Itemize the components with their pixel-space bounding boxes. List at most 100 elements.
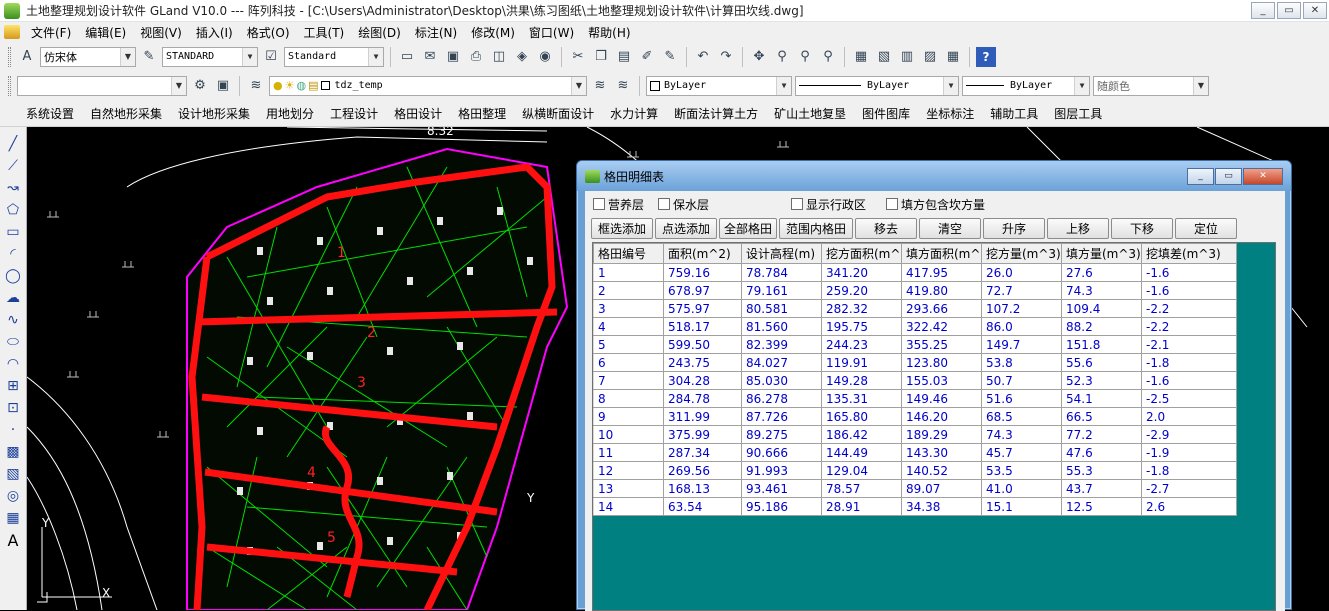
gradient-icon[interactable]: ▧ bbox=[3, 463, 23, 485]
table-cell[interactable]: -1.8 bbox=[1141, 461, 1237, 480]
zoom-realtime-icon[interactable]: ⚲ bbox=[772, 47, 792, 67]
table-cell[interactable]: -1.8 bbox=[1141, 353, 1237, 372]
column-header[interactable]: 挖填差(m^3) bbox=[1141, 243, 1237, 264]
plugin-menu-hydraulics[interactable]: 水力计算 bbox=[602, 105, 666, 122]
table-cell[interactable]: 5 bbox=[593, 335, 664, 354]
table-cell[interactable]: 85.030 bbox=[741, 371, 822, 390]
make-block-icon[interactable]: ⊡ bbox=[3, 397, 23, 419]
table-cell[interactable]: 91.993 bbox=[741, 461, 822, 480]
multiline-text-icon[interactable]: A bbox=[3, 529, 23, 551]
table-cell[interactable]: 82.399 bbox=[741, 335, 822, 354]
all-fields-button[interactable]: 全部格田 bbox=[719, 218, 777, 239]
show-admin-region-checkbox[interactable]: 显示行政区 bbox=[791, 196, 866, 213]
table-cell[interactable]: 119.91 bbox=[821, 353, 902, 372]
table-cell[interactable]: -2.9 bbox=[1141, 425, 1237, 444]
linetype-select[interactable]: ByLayer ▼ bbox=[795, 75, 959, 96]
table-cell[interactable]: -2.2 bbox=[1141, 317, 1237, 336]
table-cell[interactable]: 78.784 bbox=[741, 263, 822, 282]
table-cell[interactable]: 72.7 bbox=[981, 281, 1062, 300]
menu-draw[interactable]: 绘图(D) bbox=[351, 24, 408, 41]
table-cell[interactable]: 149.46 bbox=[901, 389, 982, 408]
cut-icon[interactable]: ✂ bbox=[568, 47, 588, 67]
column-header[interactable]: 填方面积(m^ bbox=[901, 243, 982, 264]
plugin-menu-section-design[interactable]: 纵横断面设计 bbox=[514, 105, 602, 122]
column-header[interactable]: 挖方面积(m^ bbox=[821, 243, 902, 264]
table-cell[interactable]: 27.6 bbox=[1061, 263, 1142, 282]
table-cell[interactable]: 4 bbox=[593, 317, 664, 336]
document-icon[interactable] bbox=[4, 25, 20, 39]
plugin-menu-mine-reclamation[interactable]: 矿山土地复垦 bbox=[766, 105, 854, 122]
table-cell[interactable]: 78.57 bbox=[821, 479, 902, 498]
table-cell[interactable]: -1.6 bbox=[1141, 371, 1237, 390]
block-editor-icon[interactable]: ✎ bbox=[660, 47, 680, 67]
redo-icon[interactable]: ↷ bbox=[716, 47, 736, 67]
menu-help[interactable]: 帮助(H) bbox=[581, 24, 637, 41]
plugin-menu-field-leveling[interactable]: 格田整理 bbox=[450, 105, 514, 122]
table-cell[interactable]: 135.31 bbox=[821, 389, 902, 408]
circle-icon[interactable]: ◯ bbox=[3, 265, 23, 287]
spline-icon[interactable]: ∿ bbox=[3, 309, 23, 331]
field-detail-grid[interactable]: 格田编号 面积(m^2) 设计高程(m) 挖方面积(m^ 填方面积(m^ 挖方量… bbox=[592, 242, 1276, 611]
menu-modify[interactable]: 修改(M) bbox=[464, 24, 522, 41]
table-cell[interactable]: 8 bbox=[593, 389, 664, 408]
table-cell[interactable]: 143.30 bbox=[901, 443, 982, 462]
table-cell[interactable]: 2.0 bbox=[1141, 407, 1237, 426]
table-cell[interactable]: 151.8 bbox=[1061, 335, 1142, 354]
checkbox-box[interactable] bbox=[658, 198, 671, 210]
table-cell[interactable]: 55.6 bbox=[1061, 353, 1142, 372]
table-cell[interactable]: 53.8 bbox=[981, 353, 1062, 372]
table-cell[interactable]: 129.04 bbox=[821, 461, 902, 480]
ellipse-icon[interactable]: ⬭ bbox=[3, 331, 23, 353]
table-cell[interactable]: -1.6 bbox=[1141, 281, 1237, 300]
sheet-set-icon[interactable]: ▨ bbox=[920, 47, 940, 67]
table-cell[interactable]: -2.7 bbox=[1141, 479, 1237, 498]
table-cell[interactable]: 269.56 bbox=[663, 461, 742, 480]
remove-button[interactable]: 移去 bbox=[855, 218, 917, 239]
table-cell[interactable]: 41.0 bbox=[981, 479, 1062, 498]
nutrient-layer-checkbox[interactable]: 营养层 bbox=[593, 196, 644, 213]
table-cell[interactable]: 93.461 bbox=[741, 479, 822, 498]
checkbox-box[interactable] bbox=[791, 198, 804, 210]
table-cell[interactable]: 9 bbox=[593, 407, 664, 426]
table-row[interactable]: 5 599.50 82.399 244.23 355.25 149.7 151.8 -2.1 bbox=[593, 335, 1237, 354]
text-style-icon[interactable]: A bbox=[17, 47, 37, 67]
toolbar-grip[interactable] bbox=[8, 46, 11, 67]
lineweight-select[interactable]: ByLayer ▼ bbox=[962, 75, 1090, 96]
menu-edit[interactable]: 编辑(E) bbox=[78, 24, 133, 41]
table-cell[interactable]: 51.6 bbox=[981, 389, 1062, 408]
table-cell[interactable]: 293.66 bbox=[901, 299, 982, 318]
globe-icon[interactable]: ◉ bbox=[535, 47, 555, 67]
table-cell[interactable]: 63.54 bbox=[663, 497, 742, 516]
table-cell[interactable]: 189.29 bbox=[901, 425, 982, 444]
point-select-add-button[interactable]: 点选添加 bbox=[655, 218, 717, 239]
column-header[interactable]: 面积(m^2) bbox=[663, 243, 742, 264]
workspace-select[interactable]: ▼ bbox=[17, 75, 187, 96]
menu-window[interactable]: 窗口(W) bbox=[522, 24, 581, 41]
move-up-button[interactable]: 上移 bbox=[1047, 218, 1109, 239]
table-row[interactable]: 1 759.16 78.784 341.20 417.95 26.0 27.6 -1.6 bbox=[593, 263, 1237, 282]
plugin-menu-layer-tools[interactable]: 图层工具 bbox=[1046, 105, 1110, 122]
restore-button[interactable]: ▭ bbox=[1277, 2, 1301, 19]
arc-icon[interactable]: ◜ bbox=[3, 243, 23, 265]
table-cell[interactable]: 195.75 bbox=[821, 317, 902, 336]
table-row[interactable]: 2 678.97 79.161 259.20 419.80 72.7 74.3 -1.6 bbox=[593, 281, 1237, 300]
table-row[interactable]: 11 287.34 90.666 144.49 143.30 45.7 47.6 -1.9 bbox=[593, 443, 1237, 462]
checkbox-box[interactable] bbox=[886, 198, 899, 210]
calculator-icon[interactable]: ▦ bbox=[943, 47, 963, 67]
table-cell[interactable]: 282.32 bbox=[821, 299, 902, 318]
publish-icon[interactable]: ◈ bbox=[512, 47, 532, 67]
table-cell[interactable]: 68.5 bbox=[981, 407, 1062, 426]
table-row[interactable]: 9 311.99 87.726 165.80 146.20 68.5 66.5 2.0 bbox=[593, 407, 1237, 426]
sun-icon[interactable]: ☀ bbox=[285, 79, 295, 92]
table-cell[interactable]: 7 bbox=[593, 371, 664, 390]
table-cell[interactable]: 90.666 bbox=[741, 443, 822, 462]
plugin-menu-land-division[interactable]: 用地划分 bbox=[258, 105, 322, 122]
table-cell[interactable]: 3 bbox=[593, 299, 664, 318]
column-header[interactable]: 格田编号 bbox=[593, 243, 664, 264]
menu-file[interactable]: 文件(F) bbox=[24, 24, 78, 41]
table-cell[interactable]: 74.3 bbox=[981, 425, 1062, 444]
table-row[interactable]: 4 518.17 81.560 195.75 322.42 86.0 88.2 -2.2 bbox=[593, 317, 1237, 336]
table-cell[interactable]: 165.80 bbox=[821, 407, 902, 426]
plugin-menu-natural-terrain[interactable]: 自然地形采集 bbox=[82, 105, 170, 122]
table-cell[interactable]: 155.03 bbox=[901, 371, 982, 390]
